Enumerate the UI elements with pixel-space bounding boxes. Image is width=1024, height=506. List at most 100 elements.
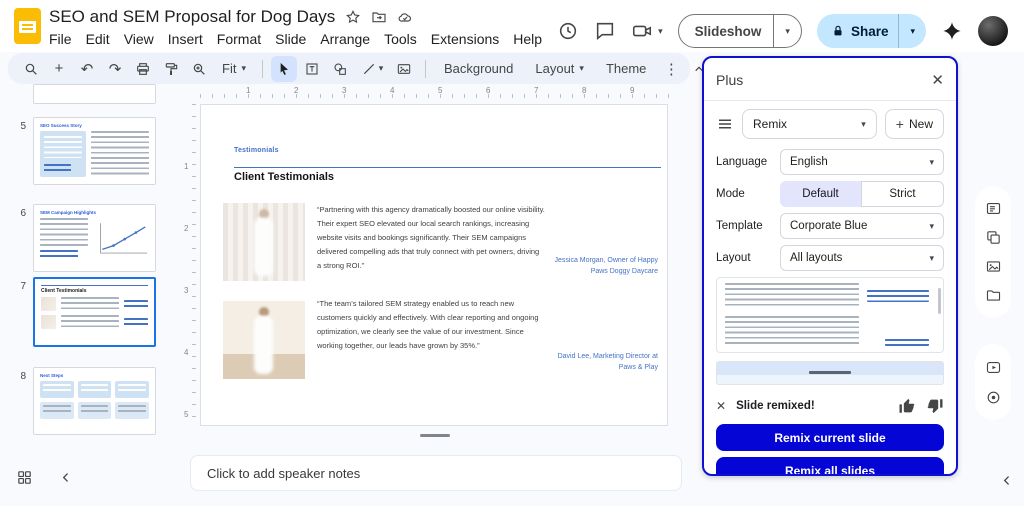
copy-icon[interactable] <box>985 229 1002 246</box>
grid-view-icon[interactable] <box>16 469 33 486</box>
testimonial-attribution-1[interactable]: Jessica Morgan, Owner of Happy Paws Dogg… <box>546 255 658 277</box>
testimonial-photo-1[interactable] <box>223 203 305 281</box>
language-field: Language English ▾ <box>716 149 944 175</box>
image-icon[interactable] <box>985 258 1002 275</box>
slide-thumbnail-partial[interactable] <box>33 84 156 104</box>
background-button[interactable]: Background <box>434 61 523 76</box>
comments-icon[interactable] <box>594 20 616 42</box>
thumbnail-chart <box>93 218 149 262</box>
menu-format[interactable]: Format <box>210 30 268 48</box>
slide-eyebrow[interactable]: Testimonials <box>234 147 279 154</box>
undo-icon[interactable]: ↶ <box>74 56 100 82</box>
language-select[interactable]: English ▾ <box>780 149 944 175</box>
collapse-filmstrip-icon[interactable] <box>58 469 75 486</box>
record-circle-icon[interactable] <box>985 389 1002 406</box>
menu-arrange[interactable]: Arrange <box>313 30 377 48</box>
testimonial-quote-2[interactable]: “The team’s tailored SEM strategy enable… <box>317 297 545 353</box>
menu-icon[interactable] <box>716 115 734 133</box>
slide-thumbnail-6[interactable]: SEM Campaign Highlights <box>33 204 156 272</box>
line-tool-icon[interactable]: ▾ <box>355 56 389 82</box>
text-box-icon[interactable] <box>299 56 325 82</box>
slide-thumbnail-5[interactable]: SEO Success Story <box>33 117 156 185</box>
new-button[interactable]: + New <box>885 109 944 139</box>
paint-format-icon[interactable] <box>158 56 184 82</box>
notes-resize-handle[interactable] <box>420 434 450 437</box>
mode-strict-button[interactable]: Strict <box>861 181 944 207</box>
scrollbar[interactable] <box>938 288 941 314</box>
testimonial-quote-1[interactable]: “Partnering with this agency dramaticall… <box>317 203 545 272</box>
thumbs-up-icon[interactable] <box>898 397 916 415</box>
menu-tools[interactable]: Tools <box>377 30 424 48</box>
menu-insert[interactable]: Insert <box>161 30 210 48</box>
thumbnail-title: Next Steps <box>40 373 149 378</box>
slide-title[interactable]: Client Testimonials <box>234 171 334 183</box>
zoom-select[interactable]: Fit▾ <box>214 61 254 76</box>
zoom-icon[interactable] <box>186 56 212 82</box>
move-folder-icon[interactable] <box>371 9 387 25</box>
slide-thumbnail-8[interactable]: Next Steps <box>33 367 156 435</box>
mode-default-button[interactable]: Default <box>780 181 861 207</box>
print-icon[interactable] <box>130 56 156 82</box>
slideshow-button[interactable]: Slideshow ▾ <box>678 14 802 48</box>
chevron-down-icon: ▾ <box>379 64 384 73</box>
shape-icon[interactable] <box>327 56 353 82</box>
layout-button[interactable]: Layout▾ <box>525 61 594 76</box>
slideshow-dropdown[interactable]: ▾ <box>773 14 801 48</box>
preview-slide-2[interactable] <box>725 316 929 346</box>
notes-card-icon[interactable] <box>985 200 1002 217</box>
insert-image-icon[interactable] <box>391 56 417 82</box>
remix-current-slide-button[interactable]: Remix current slide <box>716 424 944 451</box>
select-tool-icon[interactable] <box>271 56 297 82</box>
document-title[interactable]: SEO and SEM Proposal for Dog Days <box>49 7 335 27</box>
chapter-slide-thumbnail[interactable] <box>716 361 944 385</box>
menu-slide[interactable]: Slide <box>268 30 313 48</box>
menu-extensions[interactable]: Extensions <box>424 30 506 48</box>
slide-thumbnail-7-selected[interactable]: Client Testimonials <box>33 277 156 347</box>
slide-canvas[interactable]: Testimonials Client Testimonials “Partne… <box>200 104 668 426</box>
layout-select[interactable]: All layouts ▾ <box>780 245 944 271</box>
testimonial-attribution-2[interactable]: David Lee, Marketing Director at Paws & … <box>546 351 658 373</box>
star-icon[interactable] <box>345 9 361 25</box>
share-button[interactable]: Share ▾ <box>817 14 926 48</box>
remix-all-slides-button[interactable]: Remix all slides <box>716 457 944 476</box>
gemini-icon[interactable] <box>941 20 963 42</box>
menu-help[interactable]: Help <box>506 30 549 48</box>
collapse-side-panel-icon[interactable] <box>999 472 1016 489</box>
thumbs-down-icon[interactable] <box>926 397 944 415</box>
tool-select[interactable]: Remix ▾ <box>742 109 877 139</box>
menu-view[interactable]: View <box>117 30 161 48</box>
chevron-down-icon[interactable]: ▾ <box>658 27 663 36</box>
toast-close-icon[interactable]: ✕ <box>716 399 726 413</box>
close-icon[interactable]: ✕ <box>931 71 944 89</box>
thumbnail-title: SEM Campaign Highlights <box>40 210 149 215</box>
menu-file[interactable]: File <box>42 30 79 48</box>
speaker-notes[interactable]: Click to add speaker notes <box>190 455 682 491</box>
folder-icon[interactable] <box>985 287 1002 304</box>
preview-attribution-lines <box>867 316 929 346</box>
thumbnail-title: SEO Success Story <box>40 123 149 128</box>
template-field: Template Corporate Blue ▾ <box>716 213 944 239</box>
cloud-saved-icon[interactable] <box>397 9 413 25</box>
title-area: SEO and SEM Proposal for Dog Days File E… <box>49 0 549 48</box>
template-value: Corporate Blue <box>790 220 867 232</box>
theme-button[interactable]: Theme <box>596 61 656 76</box>
share-dropdown[interactable]: ▾ <box>898 14 926 48</box>
more-options-icon[interactable]: ⋮ <box>658 56 684 82</box>
slides-logo[interactable] <box>14 8 41 44</box>
menu-edit[interactable]: Edit <box>79 30 117 48</box>
mode-field: Mode Default Strict <box>716 181 944 207</box>
remix-preview-list[interactable] <box>716 277 944 353</box>
thumbnail-title: Client Testimonials <box>41 288 148 294</box>
search-menus-icon[interactable] <box>18 56 44 82</box>
new-button-label: New <box>909 117 933 131</box>
preview-slide-1[interactable] <box>725 283 929 309</box>
version-history-icon[interactable] <box>557 20 579 42</box>
testimonial-photo-2[interactable] <box>223 301 305 379</box>
chevron-down-icon: ▾ <box>910 27 915 36</box>
meet-button[interactable]: ▾ <box>631 20 663 42</box>
new-slide-icon[interactable]: + <box>46 56 72 82</box>
template-select[interactable]: Corporate Blue ▾ <box>780 213 944 239</box>
redo-icon[interactable]: ↷ <box>102 56 128 82</box>
user-avatar[interactable] <box>978 16 1008 46</box>
play-icon[interactable] <box>985 359 1002 376</box>
